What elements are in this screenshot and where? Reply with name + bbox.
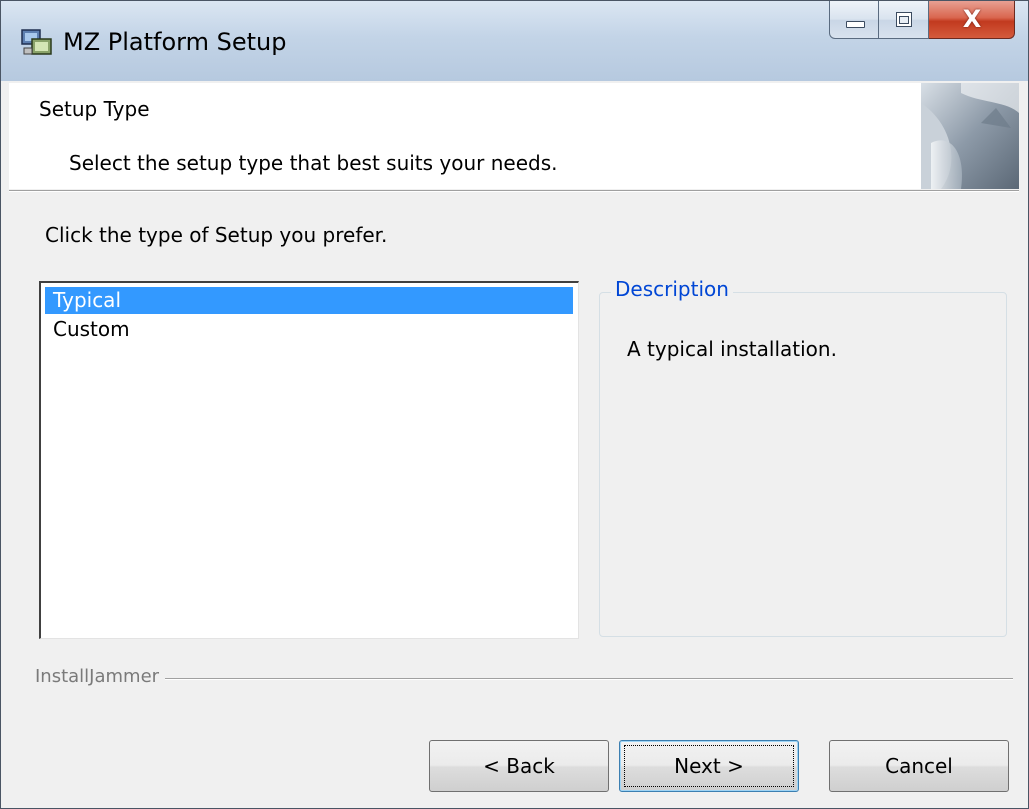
setup-window: MZ Platform Setup X Setup Type Select th… xyxy=(0,0,1029,809)
cancel-button[interactable]: Cancel xyxy=(829,740,1009,792)
next-button-label: Next > xyxy=(674,754,744,778)
setup-type-list[interactable]: Typical Custom xyxy=(39,281,579,639)
page-subtitle: Select the setup type that best suits yo… xyxy=(69,151,558,175)
minimize-button[interactable] xyxy=(829,1,879,39)
brand-label: InstallJammer xyxy=(35,666,166,687)
page-title: Setup Type xyxy=(39,97,150,121)
back-button[interactable]: < Back xyxy=(429,740,609,792)
setup-prompt: Click the type of Setup you prefer. xyxy=(45,223,388,247)
close-button[interactable]: X xyxy=(929,1,1015,39)
caption-buttons: X xyxy=(829,1,1015,39)
maximize-icon xyxy=(896,12,912,27)
installer-app-icon xyxy=(21,27,53,57)
title-bar[interactable]: MZ Platform Setup X xyxy=(1,1,1028,81)
minimize-icon xyxy=(846,21,865,28)
maximize-button[interactable] xyxy=(879,1,929,39)
description-text: A typical installation. xyxy=(627,337,837,361)
close-icon: X xyxy=(962,5,982,33)
window-title: MZ Platform Setup xyxy=(63,28,287,56)
description-legend: Description xyxy=(611,277,733,301)
list-item-typical[interactable]: Typical xyxy=(45,287,573,314)
footer-divider xyxy=(35,678,1013,680)
header-graphic-icon xyxy=(921,83,1019,189)
list-item-custom[interactable]: Custom xyxy=(45,316,573,343)
next-button[interactable]: Next > xyxy=(619,740,799,792)
header-divider xyxy=(9,190,1019,192)
header-banner: Setup Type Select the setup type that be… xyxy=(9,83,1019,189)
